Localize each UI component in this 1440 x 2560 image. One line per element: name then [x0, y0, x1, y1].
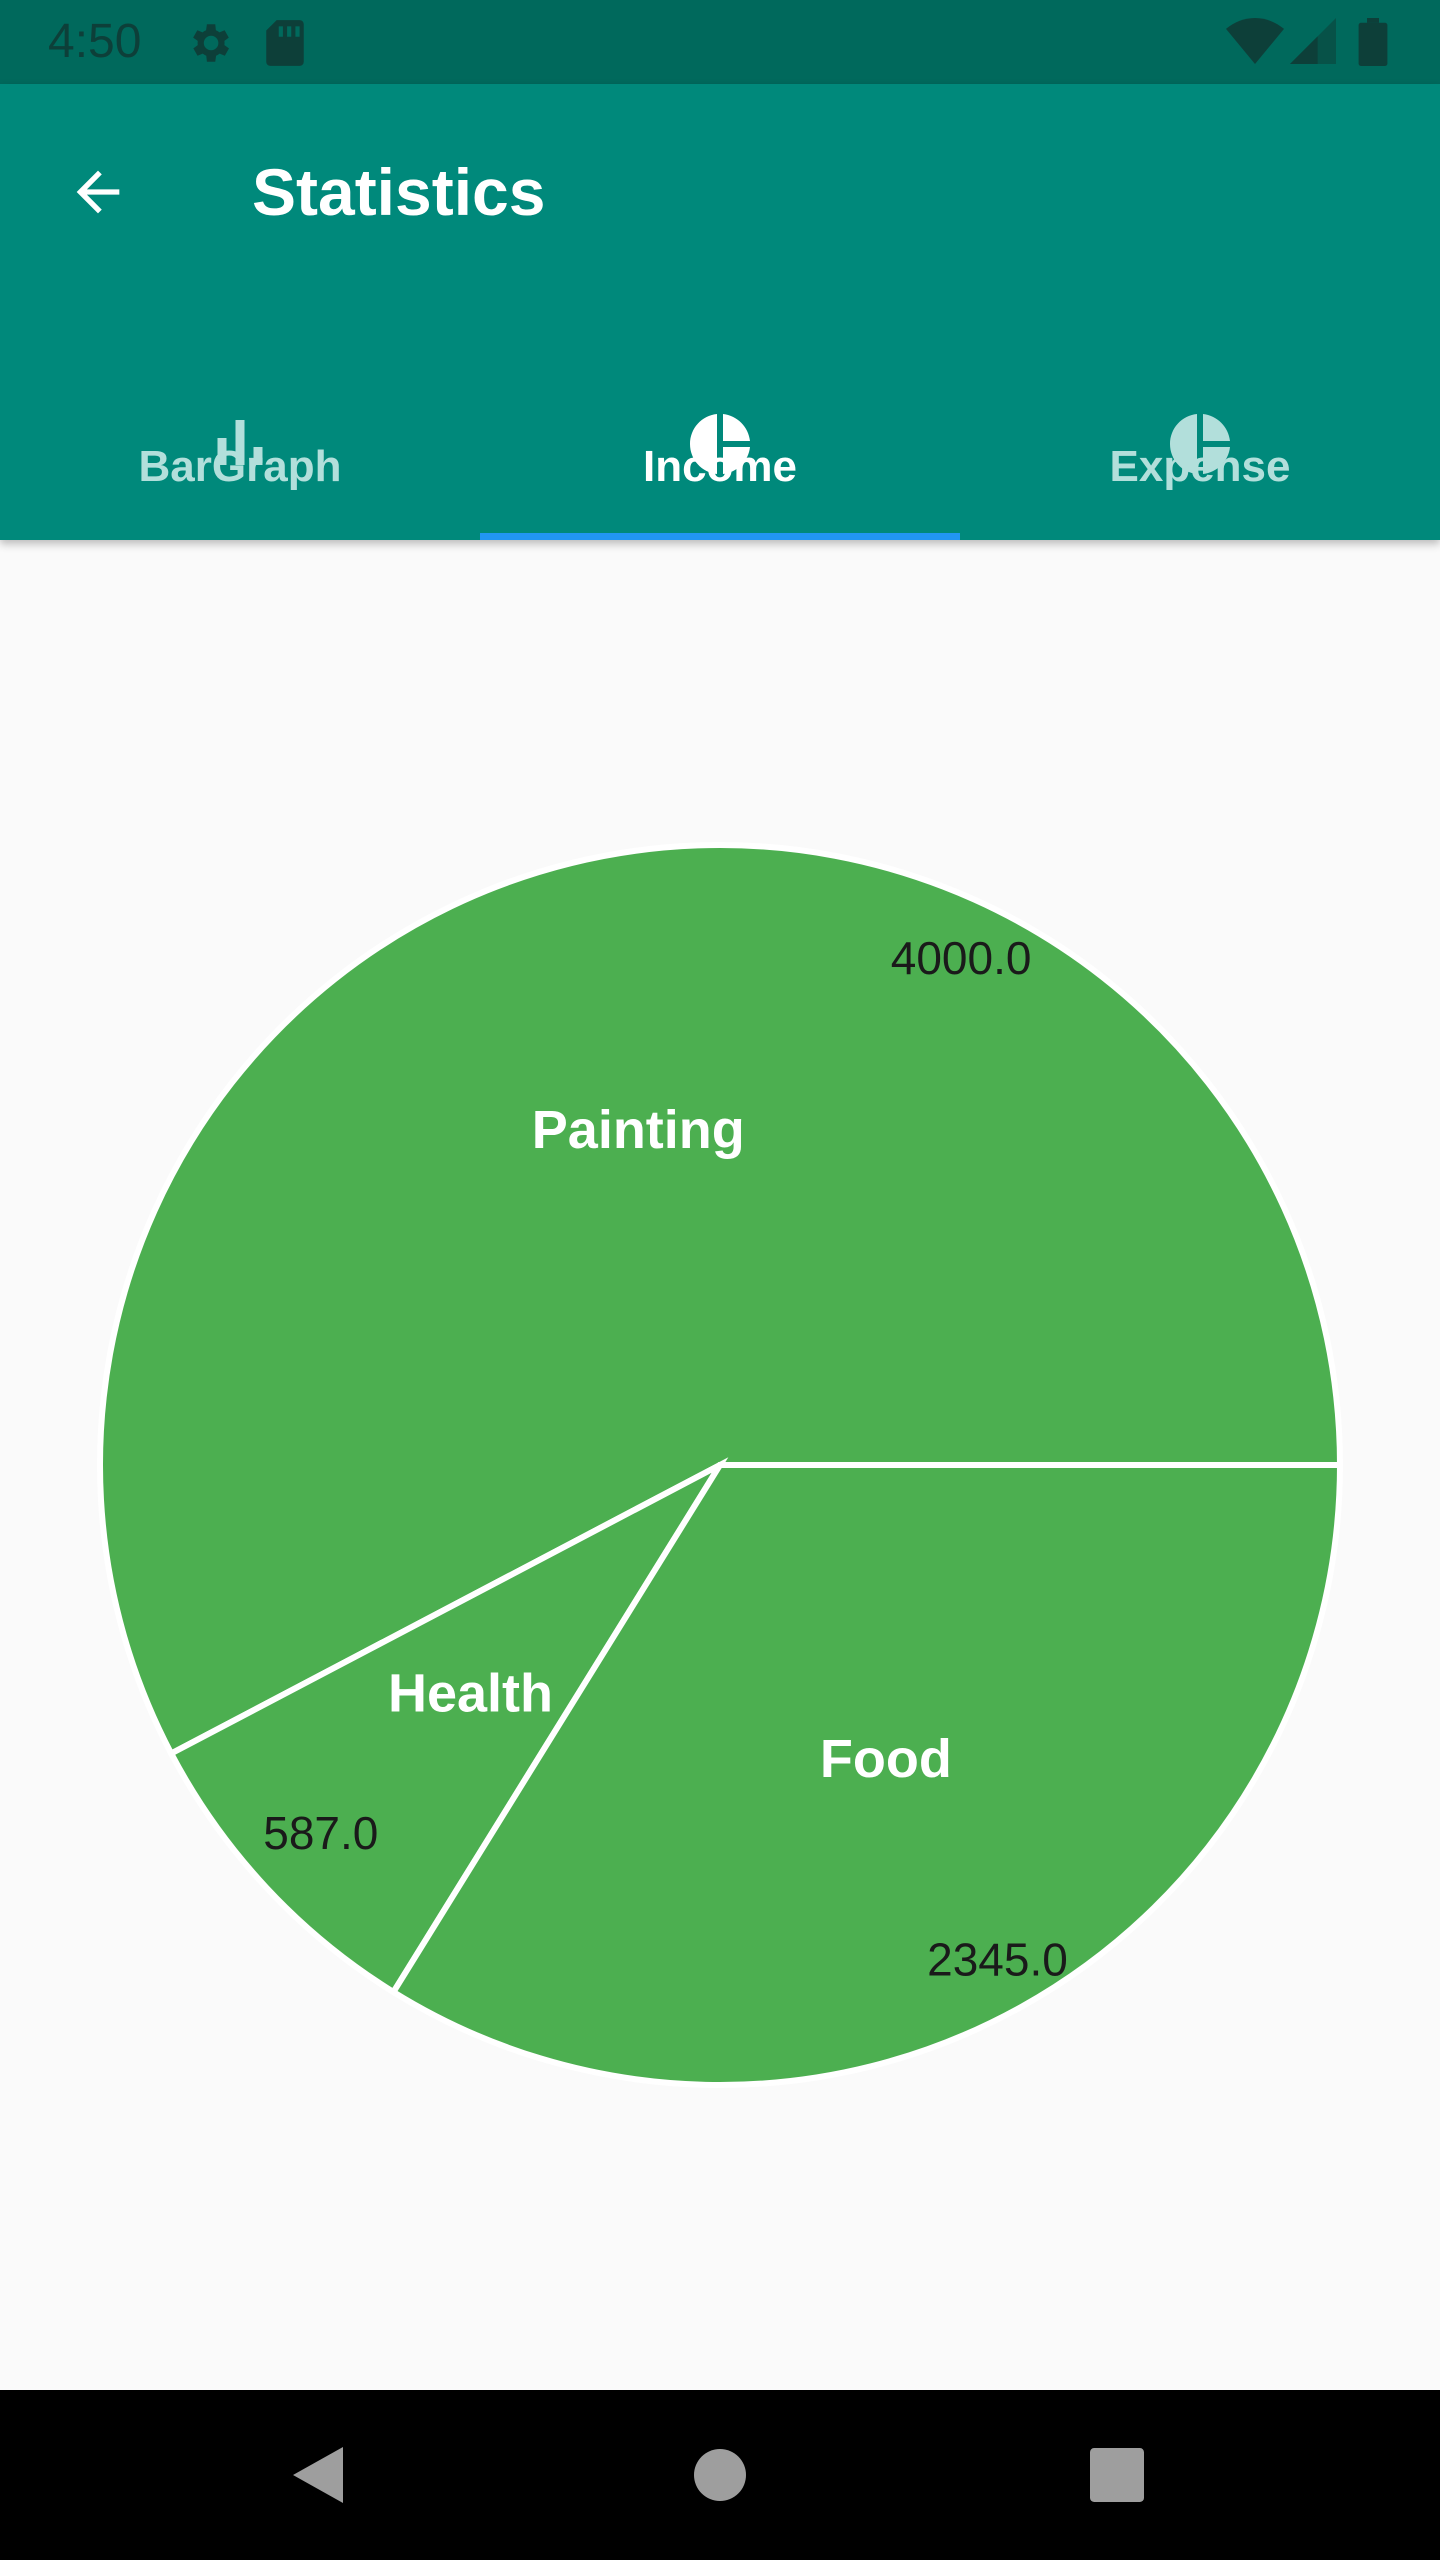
tab-bargraph-label: BarGraph	[138, 442, 342, 491]
nav-recents-button[interactable]	[1072, 2430, 1162, 2520]
recents-square-icon	[1090, 2448, 1144, 2502]
back-triangle-icon	[293, 2447, 343, 2503]
home-circle-icon	[694, 2449, 746, 2501]
pie-value-label: 587.0	[263, 1807, 378, 1859]
tab-selected-indicator	[480, 533, 960, 540]
sd-card-icon	[266, 20, 304, 66]
pie-chart-svg: Painting 4000.0 Health 587.0 Food 2345.0	[97, 842, 1344, 2088]
pie-category-label: Painting	[532, 1100, 745, 1160]
tab-bar: BarGraph Income Expense	[0, 312, 1440, 540]
tab-income[interactable]: Income	[480, 312, 960, 540]
tab-income-label: Income	[642, 442, 798, 491]
pie-value-label: 4000.0	[891, 932, 1032, 984]
pie-category-label: Food	[820, 1729, 952, 1789]
signal-icon	[1290, 18, 1336, 64]
battery-icon	[1358, 18, 1388, 66]
arrow-back-icon	[76, 170, 120, 214]
nav-home-button[interactable]	[675, 2430, 765, 2520]
status-time: 4:50	[48, 15, 142, 68]
system-nav-bar	[0, 2390, 1440, 2560]
app-bar: Statistics BarGraph Income Expense	[0, 84, 1440, 540]
pie-category-label: Health	[388, 1664, 553, 1724]
tab-bargraph[interactable]: BarGraph	[0, 312, 480, 540]
back-button[interactable]	[50, 144, 146, 240]
tab-expense-label: Expense	[1109, 442, 1291, 491]
status-bar: 4:50	[0, 0, 1440, 84]
wifi-icon	[1226, 18, 1284, 64]
gear-icon	[193, 24, 229, 62]
nav-back-button[interactable]	[272, 2430, 362, 2520]
page-title: Statistics	[252, 155, 546, 229]
income-pie-chart: Painting 4000.0 Health 587.0 Food 2345.0	[0, 540, 1440, 2390]
pie-value-label: 2345.0	[927, 1934, 1068, 1986]
tab-expense[interactable]: Expense	[960, 312, 1440, 540]
